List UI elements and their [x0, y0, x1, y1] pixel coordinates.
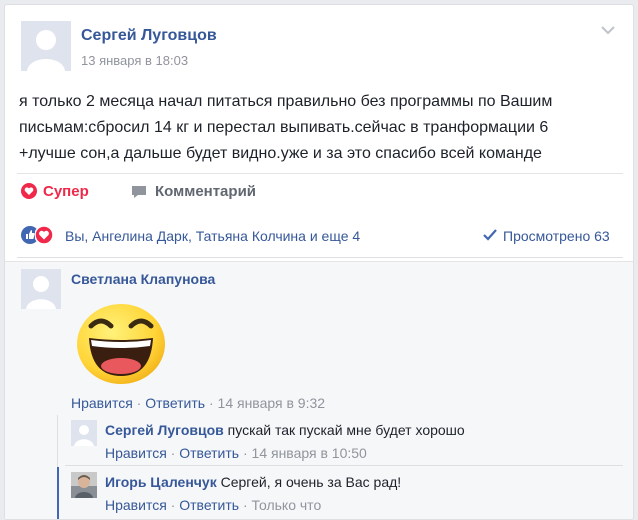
separator: · [170, 497, 176, 513]
reply-actions: Нравится · Ответить · Только что [105, 497, 321, 513]
like-link[interactable]: Нравится [71, 395, 133, 411]
chevron-down-icon[interactable] [601, 25, 615, 35]
comment-actions: Нравится · Ответить · 14 января в 9:32 [71, 395, 325, 411]
laughing-emoji-sticker [75, 298, 167, 386]
divider [17, 173, 623, 174]
reply-text: пускай так пускай мне будет хорошо [227, 422, 465, 438]
active-reply-marker [57, 467, 59, 519]
seen-count[interactable]: Просмотрено 63 [503, 228, 610, 244]
reply-author[interactable]: Сергей Луговцов [105, 422, 224, 438]
post-text-line: письмам:сбросил 14 кг и перестал выпиват… [19, 119, 549, 136]
commenter-avatar[interactable] [21, 269, 61, 309]
love-reaction-icon[interactable] [35, 226, 53, 244]
checkmark-icon [483, 229, 497, 241]
reply-timestamp[interactable]: 14 января в 10:50 [252, 445, 367, 461]
post-timestamp[interactable]: 13 января в 18:03 [81, 53, 188, 68]
comment-author[interactable]: Светлана Клапунова [71, 271, 215, 287]
reply-link[interactable]: Ответить [145, 395, 205, 411]
super-button[interactable]: Супер [43, 183, 89, 200]
separator: · [208, 395, 214, 411]
super-reaction-icon[interactable] [21, 183, 37, 199]
post-text-line: я только 2 месяца начал питаться правиль… [19, 93, 553, 110]
comment-icon[interactable] [131, 184, 147, 200]
author-avatar[interactable] [21, 21, 71, 71]
comment-button[interactable]: Комментарий [155, 183, 256, 200]
separator: · [136, 395, 142, 411]
reply-author[interactable]: Игорь Цаленчук [105, 474, 217, 490]
divider [65, 465, 623, 466]
reply-avatar[interactable] [71, 420, 97, 446]
reply-link[interactable]: Ответить [179, 497, 239, 513]
divider [17, 257, 623, 258]
reactions-summary[interactable]: Вы, Ангелина Дарк, Татьяна Колчина и еще… [65, 228, 360, 244]
post-author-name[interactable]: Сергей Луговцов [81, 27, 217, 45]
post-card: Сергей Луговцов 13 января в 18:03 я толь… [4, 4, 634, 520]
like-link[interactable]: Нравится [105, 445, 167, 461]
separator: · [242, 497, 248, 513]
reply-body: Игорь Цаленчук Сергей, я очень за Вас ра… [105, 474, 401, 490]
separator: · [242, 445, 248, 461]
reply-text: Сергей, я очень за Вас рад! [220, 474, 402, 490]
reply-actions: Нравится · Ответить · 14 января в 10:50 [105, 445, 367, 461]
separator: · [170, 445, 176, 461]
reply-body: Сергей Луговцов пускай так пускай мне бу… [105, 422, 465, 438]
post-text: я только 2 месяца начал питаться правиль… [19, 89, 552, 167]
reply-avatar-photo[interactable] [71, 472, 97, 498]
reply-timestamp[interactable]: Только что [252, 497, 322, 513]
reply-link[interactable]: Ответить [179, 445, 239, 461]
post-text-line: +лучше сон,а дальше будет видно.уже и за… [19, 145, 542, 162]
comment-timestamp[interactable]: 14 января в 9:32 [218, 395, 326, 411]
like-link[interactable]: Нравится [105, 497, 167, 513]
